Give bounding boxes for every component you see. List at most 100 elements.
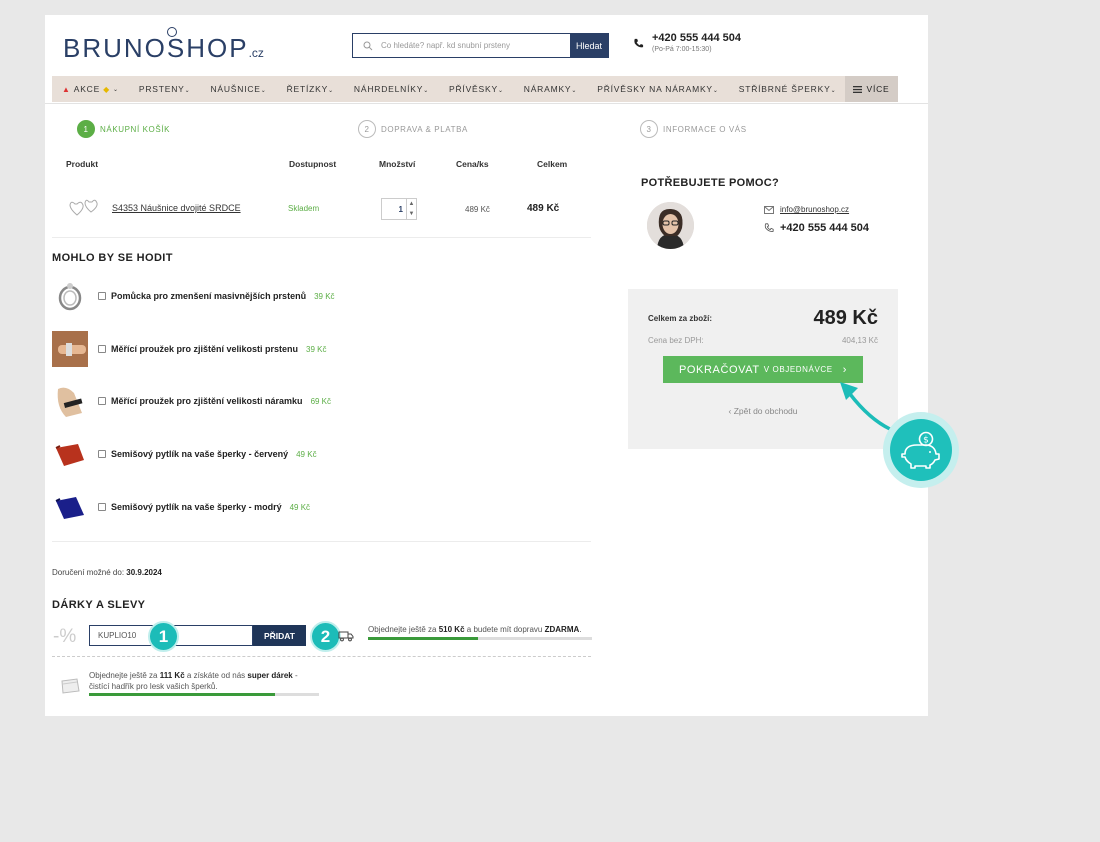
nav-item-akce[interactable]: ▲ AKCE ◆ ⌄: [52, 84, 129, 94]
search-placeholder: Co hledáte? např. kd snubní prsteny: [381, 41, 510, 50]
step-number: 1: [77, 120, 95, 138]
nav-more-button[interactable]: VÍCE: [845, 76, 898, 102]
chevron-down-icon: ⌄: [328, 88, 334, 94]
step-label: DOPRAVA & PLATBA: [381, 124, 468, 134]
ring-sizer-image: [58, 283, 82, 311]
suggestion-name[interactable]: Měřící proužek pro zjištění velikosti pr…: [111, 344, 298, 354]
nav-item-naramky[interactable]: NÁRAMKY⌄: [514, 84, 587, 94]
header-phone-hours: (Po-Pá 7:00-15:30): [652, 46, 712, 53]
chevron-down-icon[interactable]: ▼: [407, 209, 416, 219]
product-unit-price: 489 Kč: [465, 205, 490, 214]
free-shipping-message: Objednejte ještě za 510 Kč a budete mít …: [368, 624, 592, 640]
suggestion-price: 39 Kč: [314, 291, 335, 301]
chevron-down-icon: ⌄: [184, 88, 191, 94]
nav-more-label: VÍCE: [866, 84, 890, 94]
search-input[interactable]: Co hledáte? např. kd snubní prsteny: [353, 34, 570, 57]
page: BRUNOSHOP.cz Co hledáte? např. kd snubní…: [45, 15, 928, 716]
nav-item-prsteny[interactable]: PRSTENY⌄: [129, 84, 201, 94]
help-phone[interactable]: +420 555 444 504: [764, 222, 869, 234]
shipping-progress-bar: [368, 636, 592, 640]
step-cart[interactable]: 1 NÁKUPNÍ KOŠÍK: [77, 120, 170, 138]
step-badge-2: 2: [310, 621, 341, 652]
quantity-stepper[interactable]: 1 ▲ ▼: [381, 198, 417, 220]
nav-item-privesky-na-naramky[interactable]: PŘÍVĚSKY NA NÁRAMKY⌄: [587, 84, 729, 94]
delivery-date: 30.9.2024: [126, 568, 162, 577]
nav-item-privesky[interactable]: PŘÍVĚSKY⌄: [439, 84, 514, 94]
header-phone: +420 555 444 504 (Po-Pá 7:00-15:30): [633, 32, 741, 53]
search-icon: [363, 41, 373, 50]
chevron-down-icon: ⌄: [260, 88, 267, 94]
gift-message: Objednejte ještě za 111 Kč a získáte od …: [89, 670, 319, 697]
col-header-total: Celkem: [537, 159, 568, 169]
col-header-product: Produkt: [66, 159, 99, 169]
help-title: POTŘEBUJETE POMOC?: [641, 177, 780, 189]
suggestion-checkbox[interactable]: [98, 503, 106, 511]
nav-item-label: NÁHRDELNÍKY: [353, 84, 424, 94]
suggestion-name[interactable]: Pomůcka pro zmenšení masivnějších prsten…: [111, 291, 306, 301]
nav-item-retizky[interactable]: ŘETÍZKY⌄: [277, 84, 344, 94]
suggestion-name[interactable]: Semišový pytlík na vaše šperky - červený: [111, 449, 288, 459]
gift-amount: 111 Kč: [159, 671, 185, 680]
shipping-text-mid: a budete mít dopravu: [466, 625, 543, 634]
summary-total-value: 489 Kč: [813, 307, 879, 329]
help-email[interactable]: info@brunoshop.cz: [764, 205, 849, 214]
help-phone-number[interactable]: +420 555 444 504: [780, 222, 869, 234]
continue-label-small: V OBJEDNÁVCE: [763, 365, 833, 374]
summary-net-label: Cena bez DPH:: [648, 336, 704, 345]
svg-text:$: $: [923, 436, 929, 446]
back-to-shop-label: Zpět do obchodu: [733, 406, 798, 416]
step-badge-1: 1: [148, 621, 179, 652]
suggestion-checkbox[interactable]: [98, 450, 106, 458]
col-header-availability: Dostupnost: [289, 159, 337, 169]
chevron-down-icon: ⌄: [423, 88, 430, 94]
shipping-amount: 510 Kč: [438, 625, 465, 634]
step-label: INFORMACE O VÁS: [663, 124, 747, 134]
product-thumbnail[interactable]: [67, 198, 105, 220]
logo-text: BRUNOSHOP: [63, 33, 249, 63]
suggestion-item: Měřící proužek pro zjištění velikosti pr…: [52, 330, 592, 368]
nav-item-stribrne-sperky[interactable]: STŘÍBRNÉ ŠPERKY⌄: [729, 84, 847, 94]
suggestion-checkbox[interactable]: [98, 345, 106, 353]
nav-item-nausnice[interactable]: NÁUŠNICE⌄: [200, 84, 276, 94]
chevron-left-icon: ‹: [728, 406, 732, 416]
suggestions-divider: [52, 541, 591, 542]
quantity-value[interactable]: 1: [382, 199, 406, 219]
flame-icon: ▲: [62, 84, 71, 94]
truck-icon: [338, 631, 354, 642]
gift-progress-fill: [89, 693, 276, 697]
coupon-add-button[interactable]: PŘIDAT: [253, 625, 306, 646]
step-label: NÁKUPNÍ KOŠÍK: [100, 124, 171, 134]
help-email-link[interactable]: info@brunoshop.cz: [780, 205, 849, 214]
suggestion-checkbox[interactable]: [98, 397, 106, 405]
gift-progress-bar: [89, 693, 319, 697]
header-phone-number[interactable]: +420 555 444 504: [652, 32, 741, 44]
gift-strong: super dárek: [247, 671, 293, 680]
shipping-text-end: .: [579, 625, 582, 634]
nav-item-label: STŘÍBRNÉ ŠPERKY: [738, 84, 831, 94]
logo-tld: .cz: [248, 46, 264, 60]
suggestion-checkbox[interactable]: [98, 292, 106, 300]
product-total-price: 489 Kč: [527, 203, 560, 214]
suggestion-name[interactable]: Semišový pytlík na vaše šperky - modrý: [111, 502, 282, 512]
nav-item-nahrdelniky[interactable]: NÁHRDELNÍKY⌄: [344, 84, 439, 94]
piggy-bank-inner: $: [890, 419, 952, 481]
suggestion-item: Semišový pytlík na vaše šperky - modrý 4…: [52, 488, 592, 526]
search-bar: Co hledáte? např. kd snubní prsteny Hled…: [352, 33, 609, 58]
step-shipping[interactable]: 2 DOPRAVA & PLATBA: [358, 120, 468, 138]
step-info[interactable]: 3 INFORMACE O VÁS: [640, 120, 747, 138]
checkout-steps: 1 NÁKUPNÍ KOŠÍK 2 DOPRAVA & PLATBA 3 INF…: [77, 120, 777, 138]
suggestion-name[interactable]: Měřící proužek pro zjištění velikosti ná…: [111, 396, 303, 406]
product-name-link[interactable]: S4353 Náušnice dvojité SRDCE: [112, 203, 241, 213]
logo[interactable]: BRUNOSHOP.cz: [63, 27, 264, 64]
nav-item-label: PRSTENY: [138, 84, 185, 94]
chevron-down-icon: ⌄: [830, 88, 837, 94]
shipping-free-label: ZDARMA: [544, 625, 580, 634]
wrist-band-image: [57, 387, 83, 417]
delivery-info: Doručení možné do: 30.9.2024: [52, 568, 162, 577]
col-header-quantity: Množství: [379, 159, 416, 169]
chevron-up-icon[interactable]: ▲: [407, 199, 416, 209]
main-nav: ▲ AKCE ◆ ⌄ PRSTENY⌄ NÁUŠNICE⌄ ŘETÍZKY⌄ N…: [52, 76, 898, 102]
nav-item-label: NÁUŠNICE: [210, 84, 261, 94]
search-button[interactable]: Hledat: [570, 34, 608, 57]
suggestion-item: Měřící proužek pro zjištění velikosti ná…: [52, 382, 592, 420]
